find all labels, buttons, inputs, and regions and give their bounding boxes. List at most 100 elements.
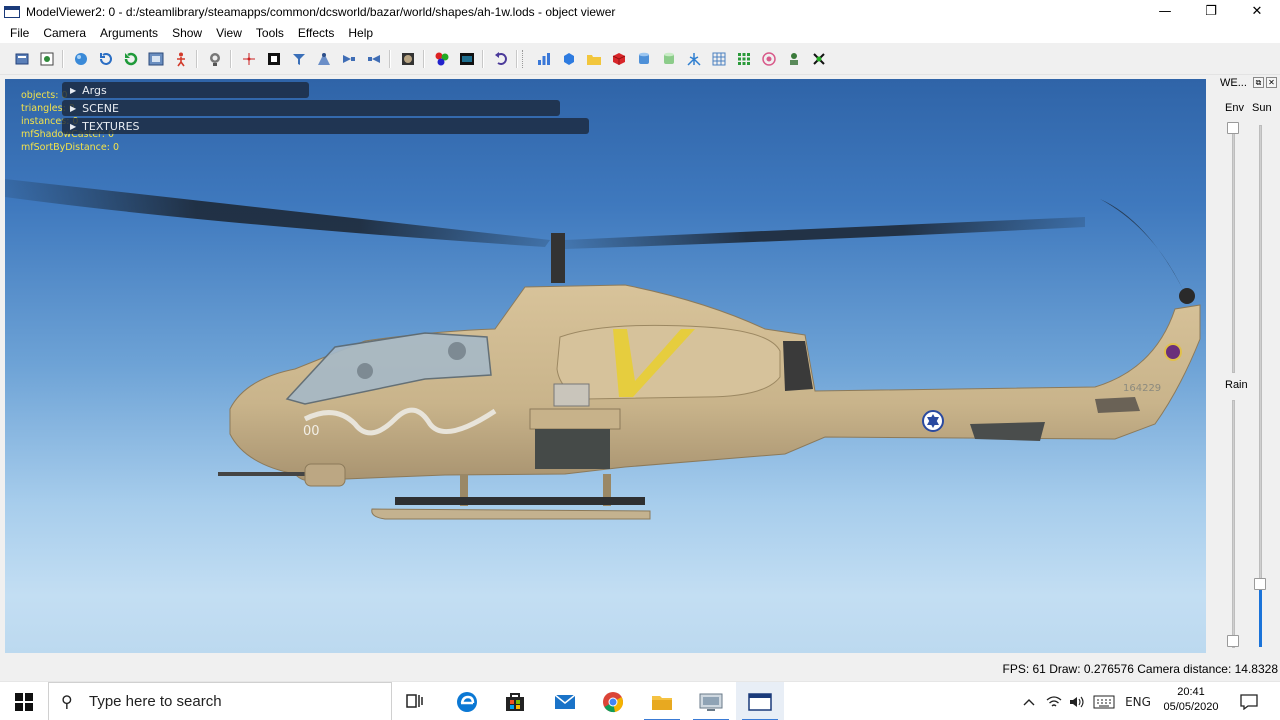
toolbar-separator <box>516 50 517 68</box>
sensor-pod <box>553 383 590 407</box>
cube-red-icon[interactable] <box>610 50 628 68</box>
menu-effects[interactable]: Effects <box>291 26 341 40</box>
env-label: Env <box>1225 102 1244 114</box>
remote-desktop-app[interactable] <box>687 682 735 720</box>
remote-desktop-icon <box>699 693 723 711</box>
3d-viewport[interactable]: 00 164229 objects: 0 triangles: 0 instan… <box>5 79 1206 653</box>
cube-blue-icon[interactable] <box>560 50 578 68</box>
edge-app[interactable] <box>443 682 491 720</box>
dot-grid-icon[interactable] <box>735 50 753 68</box>
touch-keyboard-button[interactable] <box>1090 682 1118 720</box>
toolbar-separator <box>196 50 197 68</box>
language-indicator[interactable]: ENG <box>1121 682 1155 720</box>
app-window-icon[interactable] <box>4 5 20 18</box>
model-viewer-icon <box>748 692 772 711</box>
grid-icon[interactable] <box>710 50 728 68</box>
rain-slider-handle[interactable] <box>1227 635 1239 647</box>
nose-code: 00 <box>303 424 320 439</box>
title-bar[interactable]: ModelViewer2: 0 - d:/steamlibrary/steama… <box>0 0 1280 23</box>
menu-help[interactable]: Help <box>341 26 380 40</box>
menu-tools[interactable]: Tools <box>249 26 291 40</box>
texture-icon[interactable] <box>399 50 417 68</box>
args-panel-header[interactable]: ▶ Args <box>62 82 309 98</box>
windows-logo-icon <box>15 692 33 711</box>
textures-label: TEXTURES <box>82 119 140 133</box>
sphere-icon[interactable] <box>72 50 90 68</box>
env-slider-handle[interactable] <box>1227 122 1239 134</box>
render-status: FPS: 61 Draw: 0.276576 Camera distance: … <box>1002 662 1279 676</box>
target-icon[interactable] <box>760 50 778 68</box>
animation-icon[interactable] <box>810 50 828 68</box>
file-explorer-app[interactable] <box>638 682 686 720</box>
window-title: ModelViewer2: 0 - d:/steamlibrary/steama… <box>26 4 616 19</box>
menu-arguments[interactable]: Arguments <box>93 26 165 40</box>
sun-slider-track[interactable] <box>1259 125 1262 647</box>
forward-arrow-icon[interactable] <box>340 50 358 68</box>
textures-panel-header[interactable]: ▶ TEXTURES <box>62 118 589 134</box>
bounding-box-icon[interactable] <box>265 50 283 68</box>
undo-icon[interactable] <box>492 50 510 68</box>
green-cylinder-icon[interactable] <box>660 50 678 68</box>
wifi-icon <box>1046 695 1062 706</box>
menu-show[interactable]: Show <box>165 26 209 40</box>
clock-date: 05/05/2020 <box>1163 701 1219 713</box>
camera-icon[interactable] <box>206 50 224 68</box>
weather-panel: WE... ⧉ ✕ Env Sun Rain <box>1213 75 1280 653</box>
taskbar-search[interactable]: ⚲ Type here to search <box>48 682 392 720</box>
show-hidden-icons-button[interactable] <box>1018 682 1040 720</box>
menu-file[interactable]: File <box>3 26 36 40</box>
minimize-button[interactable]: — <box>1142 0 1188 23</box>
mail-app[interactable] <box>541 682 589 720</box>
float-panel-button[interactable]: ⧉ <box>1253 77 1264 88</box>
engine-nacelle <box>556 324 781 400</box>
model-viewer-app[interactable] <box>736 682 784 720</box>
window-controls: — ❐ ✕ <box>1142 0 1280 23</box>
network-button[interactable] <box>1043 682 1065 720</box>
task-view-button[interactable] <box>392 682 440 720</box>
speaker-icon <box>1070 696 1084 707</box>
menu-camera[interactable]: Camera <box>36 26 93 40</box>
menu-view[interactable]: View <box>209 26 249 40</box>
sun-slider-handle[interactable] <box>1254 578 1266 590</box>
network-icon[interactable] <box>685 50 703 68</box>
light-cone-icon[interactable] <box>315 50 333 68</box>
tail-number: 164229 <box>1123 383 1161 394</box>
main-rotor-blade-right <box>565 217 1085 249</box>
stat-sort-by-distance: mfSortByDistance: 0 <box>21 142 120 153</box>
backward-arrow-icon[interactable] <box>365 50 383 68</box>
viewer-settings-icon[interactable] <box>38 50 56 68</box>
cylinder-icon[interactable] <box>635 50 653 68</box>
refresh-icon[interactable] <box>97 50 115 68</box>
clock-time: 20:41 <box>1177 686 1205 698</box>
rain-slider-track[interactable] <box>1232 400 1235 648</box>
filter-icon[interactable] <box>290 50 308 68</box>
skeleton-icon[interactable] <box>172 50 190 68</box>
close-panel-button[interactable]: ✕ <box>1266 77 1277 88</box>
rain-label: Rain <box>1225 379 1248 391</box>
film-icon[interactable] <box>458 50 476 68</box>
store-app[interactable] <box>491 682 539 720</box>
bar-chart-icon[interactable] <box>535 50 553 68</box>
scene-panel-header[interactable]: ▶ SCENE <box>62 100 560 116</box>
color-balls-icon[interactable] <box>433 50 451 68</box>
expand-arrow-icon: ▶ <box>70 103 77 113</box>
clock[interactable]: 20:41 05/05/2020 <box>1158 685 1224 715</box>
toolbar-grip[interactable] <box>522 50 525 68</box>
notifications-button[interactable] <box>1232 682 1266 720</box>
folder-icon[interactable] <box>585 50 603 68</box>
args-label: Args <box>82 83 107 97</box>
maximize-button[interactable]: ❐ <box>1188 0 1234 23</box>
close-button[interactable]: ✕ <box>1234 0 1280 23</box>
volume-button[interactable] <box>1066 682 1088 720</box>
open-file-icon[interactable] <box>13 50 31 68</box>
pilot-icon[interactable] <box>785 50 803 68</box>
exhaust <box>783 341 813 391</box>
reload-icon[interactable] <box>122 50 140 68</box>
render-window-icon[interactable] <box>147 50 165 68</box>
start-button[interactable] <box>0 682 48 720</box>
crosshair-icon[interactable] <box>240 50 258 68</box>
chrome-app[interactable] <box>589 682 637 720</box>
env-slider-track[interactable] <box>1232 125 1235 373</box>
weapon-pylon <box>535 429 610 469</box>
toolbar-separator <box>62 50 63 68</box>
